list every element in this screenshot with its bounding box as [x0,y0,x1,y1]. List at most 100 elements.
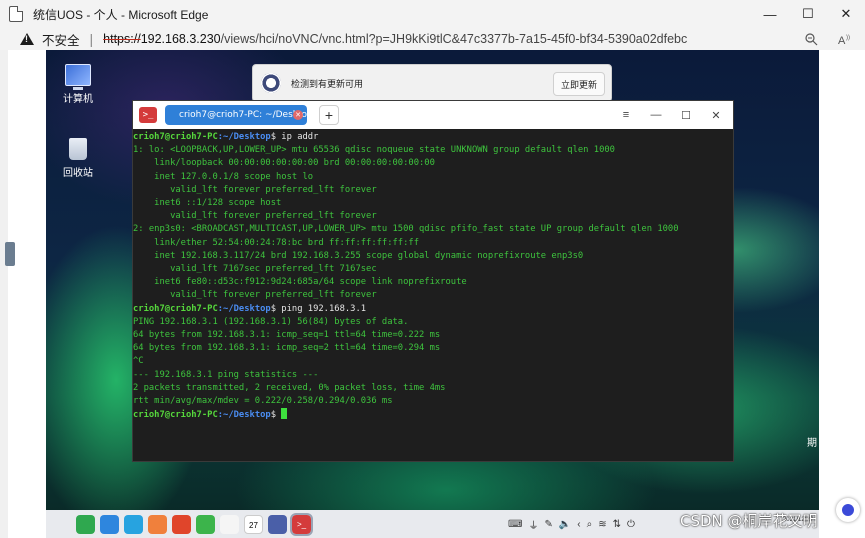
prompt-path: :~/Desktop [217,132,271,142]
file-manager-icon[interactable] [100,514,119,534]
browser-icon[interactable] [124,514,143,534]
new-tab-button[interactable]: + [319,105,339,125]
terminal-output-line: inet 192.168.3.117/24 brd 192.168.3.255 … [133,250,584,261]
calendar-icon[interactable]: 27 [244,514,263,534]
trash-icon [69,138,87,160]
terminal-output-line: link/loopback 00:00:00:00:00:00 brd 00:0… [133,158,435,169]
music-icon[interactable] [196,514,215,534]
desktop-icon-computer[interactable]: 计算机 [50,64,106,105]
desktop-icon-label: 计算机 [63,94,93,105]
prompt-user: crioh7@crioh7-PC [133,410,218,421]
document-viewer-icon[interactable] [220,514,239,534]
remote-desktop[interactable]: 计算机 回收站 期 检测到有更新可用 立即更新 >_ crioh7@crioh7… [46,50,819,512]
terminal-output-line: 2 packets transmitted, 2 received, 0% pa… [133,382,446,393]
address-separator: | [89,31,94,47]
window-controls: — ☐ ✕ [751,0,865,28]
terminal-output-line: valid_lft forever preferred_lft forever [133,211,377,222]
update-now-button[interactable]: 立即更新 [552,72,605,96]
terminal-prompt-line: crioh7@crioh7-PC:~/Desktop$ ip addr [133,131,733,144]
photos-icon[interactable] [172,514,191,534]
url-text[interactable]: https://192.168.3.230/views/hci/noVNC/vn… [103,32,687,46]
watermark: CSDN @桐岸花又明 [680,512,818,530]
terminal-output-line: --- 192.168.3.1 ping statistics --- [133,369,319,380]
terminal-output-line: ^C [133,356,144,367]
svg-text:)): )) [846,35,850,41]
close-button[interactable]: ✕ [827,0,865,28]
vnc-viewport[interactable]: 计算机 回收站 期 检测到有更新可用 立即更新 >_ crioh7@crioh7… [0,50,865,538]
computer-icon [65,64,91,90]
terminal-menu-button[interactable]: ≡ [617,109,635,121]
volume-icon[interactable]: 🔈 [559,519,571,530]
desktop-icon-trash[interactable]: 回收站 [50,138,106,179]
system-tray: ⌨ ⏚ ✎ 🔈 ‹ ⌕ ≋ ⇅ ⏻ [508,510,635,538]
terminal-output[interactable]: crioh7@crioh7-PC:~/Desktop$ ip addr 1: lo… [133,131,733,422]
multitask-icon[interactable] [76,514,95,534]
terminal-output-line: 1: lo: <LOOPBACK,UP,LOWER_UP> mtu 65536 … [133,145,615,156]
prompt-user: crioh7@crioh7-PC [133,303,218,314]
prompt-command: ip addr [276,132,319,142]
address-bar-actions: A)) [805,28,853,50]
terminal-output-line: link/ether 52:54:00:24:78:bc brd ff:ff:f… [133,237,419,248]
tab-close-icon[interactable]: ✕ [293,110,303,120]
read-aloud-icon[interactable]: A)) [838,33,853,46]
wifi-icon[interactable]: ≋ [598,519,606,530]
terminal-output-line: 2: enp3s0: <BROADCAST,MULTICAST,UP,LOWER… [133,224,679,235]
terminal-prompt-line: crioh7@crioh7-PC:~/Desktop$ ping 192.168… [133,303,733,316]
terminal-prompt-line: crioh7@crioh7-PC:~/Desktop$ [133,408,733,422]
left-edge [0,50,8,538]
text-cursor [281,408,288,420]
power-icon[interactable]: ⏻ [627,519,635,530]
insecure-label[interactable]: 不安全 [42,30,80,49]
usb-icon[interactable]: ⏚ [528,517,538,532]
svg-text:A: A [838,35,846,46]
desktop-icon-label: 回收站 [63,168,93,179]
notification-text: 检测到有更新可用 [291,79,364,90]
address-bar[interactable]: 不安全 | https://192.168.3.230/views/hci/no… [0,28,865,51]
network-icon[interactable]: ⇅ [613,519,621,530]
floating-assistant-button[interactable] [836,498,860,522]
terminal-window[interactable]: >_ crioh7@crioh7-PC: ~/Desktop ✕ + ≡ — ☐… [132,100,734,462]
zoom-icon[interactable] [805,32,818,46]
prompt-user: crioh7@crioh7-PC [133,132,218,142]
warning-icon[interactable] [20,33,34,45]
url-path: /views/hci/noVNC/vnc.html?p=JH9kKi9tlC&4… [220,32,688,46]
prompt-path: :~/Desktop [217,410,271,421]
update-icon [261,73,281,93]
terminal-output-line: inet6 ::1/128 scope host [133,198,282,209]
chevron-left-icon[interactable]: ‹ [577,519,580,530]
terminal-icon[interactable]: >_ [290,512,313,536]
url-protocol: https:// [103,32,141,46]
maximize-button[interactable]: ☐ [789,0,827,28]
terminal-app-icon: >_ [139,107,157,123]
prompt-path: :~/Desktop [217,303,271,314]
terminal-maximize-button[interactable]: ☐ [677,109,695,122]
app-store-icon[interactable] [148,514,167,534]
terminal-output-line: valid_lft forever preferred_lft forever [133,290,377,301]
prompt-command: ping 192.168.3.1 [276,303,367,314]
terminal-close-button[interactable]: ✕ [707,109,725,122]
launcher-icon[interactable] [52,514,71,534]
search-icon[interactable]: ⌕ [587,519,593,530]
terminal-output-line: inet 127.0.0.1/8 scope host lo [133,171,314,182]
terminal-output-line: PING 192.168.3.1 (192.168.3.1) 56(84) by… [133,316,409,327]
settings-icon[interactable] [268,514,287,534]
keyboard-icon[interactable]: ⌨ [508,519,522,530]
window-title: 统信UOS - 个人 - Microsoft Edge [33,7,209,22]
terminal-output-line: valid_lft forever preferred_lft forever [133,184,377,195]
terminal-output-line: rtt min/avg/max/mdev = 0.222/0.258/0.294… [133,396,393,407]
pen-icon[interactable]: ✎ [544,519,552,530]
terminal-output-line: valid_lft 7167sec preferred_lft 7167sec [133,264,377,275]
url-host: 192.168.3.230 [140,32,221,46]
clipped-label: 期 [807,438,817,449]
terminal-output-line: 64 bytes from 192.168.3.1: icmp_seq=1 tt… [133,330,441,341]
novnc-control-handle[interactable] [5,242,15,266]
minimize-button[interactable]: — [751,0,789,28]
terminal-output-line: 64 bytes from 192.168.3.1: icmp_seq=2 tt… [133,343,441,354]
terminal-tab[interactable]: crioh7@crioh7-PC: ~/Desktop ✕ [165,105,313,125]
terminal-output-line: inet6 fe80::d53c:f912:9d24:685a/64 scope… [133,277,467,288]
terminal-minimize-button[interactable]: — [647,109,665,121]
terminal-titlebar: >_ crioh7@crioh7-PC: ~/Desktop ✕ + ≡ — ☐… [133,101,733,129]
update-notification: 检测到有更新可用 立即更新 [252,64,612,102]
browser-titlebar: 统信UOS - 个人 - Microsoft Edge — ☐ ✕ [0,0,865,28]
page-icon [9,6,23,22]
